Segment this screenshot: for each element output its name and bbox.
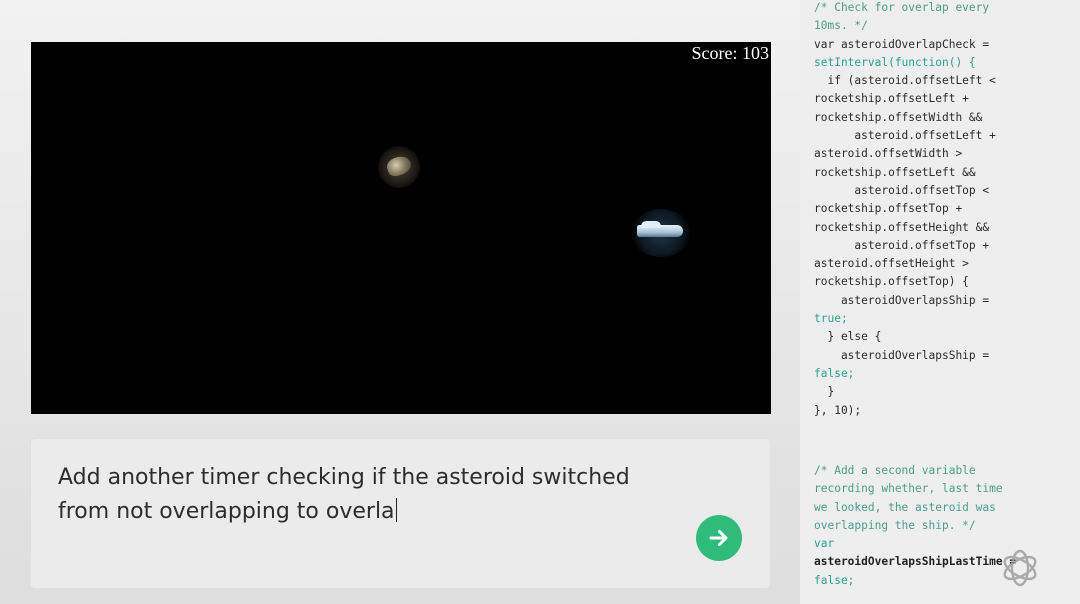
code-line: /* Check for overlap every xyxy=(814,1,990,14)
send-button[interactable] xyxy=(696,515,742,561)
code-line: asteroidOverlapsShipLastTime = xyxy=(814,555,1017,569)
code-block-last-time-variable: /* Add a second variable recording wheth… xyxy=(814,462,1016,590)
code-line: if (asteroid.offsetLeft < xyxy=(814,74,996,88)
code-line: rocketship.offsetTop + xyxy=(814,202,963,216)
prompt-input-box[interactable]: Add another timer checking if the astero… xyxy=(31,439,770,588)
code-line: we looked, the asteroid was xyxy=(814,500,996,514)
prompt-line-2: from not overlapping to overla xyxy=(58,499,395,524)
code-line: true; xyxy=(814,312,848,326)
code-line: asteroid.offsetTop < xyxy=(814,183,990,197)
code-line: false; xyxy=(814,573,855,587)
rocketship-window xyxy=(641,221,661,228)
asteroid-sprite xyxy=(378,146,420,188)
code-line: /* Add a second variable xyxy=(814,464,976,477)
openai-logo-icon xyxy=(1003,549,1037,587)
code-line: } else { xyxy=(814,330,882,344)
code-panel: /* Check for overlap every 10ms. */ var … xyxy=(800,0,1080,604)
prompt-input-text[interactable]: Add another timer checking if the astero… xyxy=(58,461,678,529)
code-line: rocketship.offsetLeft && xyxy=(814,165,976,179)
code-line: recording whether, last time xyxy=(814,482,1003,496)
text-caret xyxy=(395,498,397,522)
code-line: rocketship.offsetWidth && xyxy=(814,110,983,124)
code-line: var asteroidOverlapCheck = xyxy=(814,37,990,51)
arrow-right-icon xyxy=(709,530,728,546)
code-line: overlapping the ship. */ xyxy=(814,518,976,532)
code-line: asteroidOverlapsShip = xyxy=(814,348,990,362)
game-canvas[interactable]: Score: 103 xyxy=(31,42,771,414)
code-line: rocketship.offsetLeft + xyxy=(814,92,969,106)
code-block-overlap-check: /* Check for overlap every 10ms. */ var … xyxy=(814,0,996,420)
asteroid-rock xyxy=(384,153,414,179)
code-line: asteroid.offsetTop + xyxy=(814,238,990,252)
code-line: asteroidOverlapsShip = xyxy=(814,293,990,307)
code-line: asteroid.offsetLeft + xyxy=(814,129,996,143)
code-line: rocketship.offsetHeight && xyxy=(814,220,990,234)
code-line: var xyxy=(814,537,835,551)
code-line: rocketship.offsetTop) { xyxy=(814,275,969,289)
code-line: } xyxy=(814,385,835,399)
code-line: asteroid.offsetWidth > xyxy=(814,147,963,161)
code-line: 10ms. */ xyxy=(814,19,868,33)
code-line: }, 10); xyxy=(814,403,862,417)
code-line: setInterval(function() { xyxy=(814,55,976,69)
rocketship-sprite xyxy=(631,209,691,257)
score-label: Score: 103 xyxy=(691,43,769,63)
code-line: false; xyxy=(814,366,855,380)
prompt-line-1: Add another timer checking if the astero… xyxy=(58,465,630,490)
code-line: asteroid.offsetHeight > xyxy=(814,257,969,271)
